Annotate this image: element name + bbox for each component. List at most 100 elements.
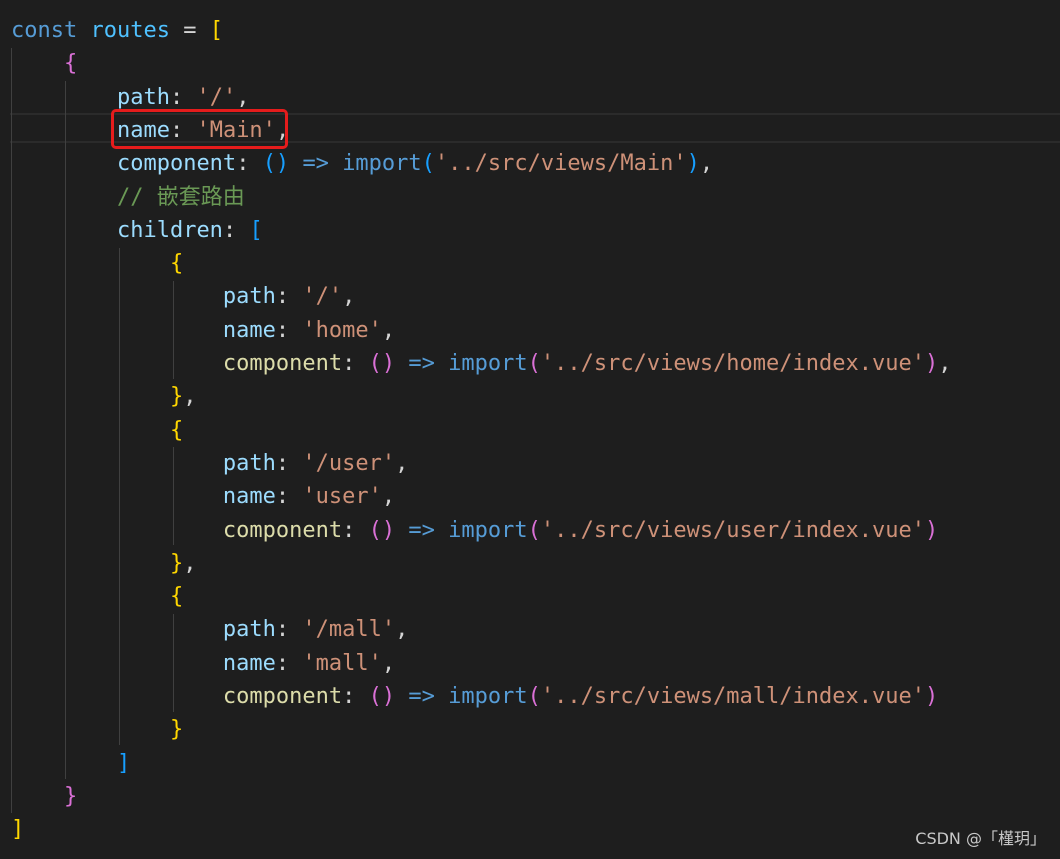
code-editor[interactable]: const routes = [ { path: '/', name: 'Mai… (0, 0, 1060, 859)
code-token: : (275, 450, 303, 476)
code-token: path (222, 617, 276, 643)
code-token: [ (249, 217, 263, 243)
code-token: import (448, 517, 528, 543)
code-token: : (275, 617, 303, 643)
code-token: , (381, 484, 396, 510)
code-token: ) (924, 684, 939, 709)
code-token: { (169, 251, 184, 277)
code-token: 'home' (302, 317, 382, 343)
code-token: => (302, 151, 329, 177)
code-token: component (116, 151, 237, 177)
code-line: ] (0, 747, 1060, 780)
code-token: '/' (196, 84, 237, 110)
code-line: { (0, 580, 1060, 613)
code-token: { (63, 51, 78, 77)
code-token: ) (924, 517, 939, 543)
code-token: path (116, 84, 170, 110)
code-token: : (275, 317, 303, 343)
code-token: import (342, 151, 422, 177)
code-token: ( (527, 517, 541, 543)
code-token: '/user' (302, 450, 396, 476)
code-token: children (116, 217, 223, 243)
code-token: '../src/views/home/index.vue' (540, 351, 925, 376)
code-token: : (275, 484, 303, 510)
code-token: : (275, 284, 303, 310)
highlight-box (111, 109, 288, 149)
code-token: '../src/views/mall/index.vue' (540, 684, 925, 709)
code-token: [ (209, 18, 223, 43)
code-token: : (342, 351, 369, 376)
code-token: , (236, 84, 250, 110)
code-line: name: 'mall', (0, 647, 1060, 680)
code-line: } (0, 780, 1060, 813)
code-token: ] (11, 817, 25, 843)
code-line: name: 'home', (0, 314, 1060, 347)
code-token: : (275, 650, 303, 676)
code-line: component: () => import('../src/views/ho… (0, 347, 1060, 380)
code-token: // 嵌套路由 (116, 184, 245, 210)
code-token: => (408, 684, 435, 709)
code-line: }, (0, 547, 1060, 580)
code-token: path (222, 284, 276, 310)
code-line: component: () => import('../src/views/ma… (0, 680, 1060, 713)
code-token: : (342, 684, 369, 709)
code-line: name: 'user', (0, 480, 1060, 513)
code-line: component: () => import('../src/views/Ma… (0, 147, 1060, 180)
code-token: path (222, 450, 276, 476)
code-token: ) (686, 151, 700, 177)
code-token: component (222, 351, 343, 376)
code-token: '/' (302, 284, 343, 310)
code-token: '../src/views/user/index.vue' (540, 517, 925, 543)
code-line: } (0, 713, 1060, 746)
code-token: , (342, 284, 356, 310)
code-token: () (368, 684, 396, 709)
code-token: { (169, 584, 184, 610)
code-token: ] (116, 750, 131, 776)
code-token: , (381, 317, 396, 343)
code-token: routes (90, 18, 170, 43)
code-token: { (169, 417, 184, 443)
code-token: } (169, 550, 184, 576)
code-line: // 嵌套路由 (0, 181, 1060, 214)
code-token: ) (924, 351, 939, 376)
code-token: : (169, 84, 197, 110)
code-line: const routes = [ (0, 14, 1060, 47)
code-token: import (448, 684, 528, 709)
code-token: : (236, 151, 263, 177)
code-token: , (395, 617, 409, 643)
code-line: path: '/user', (0, 447, 1060, 480)
watermark: CSDN @「槿玥」 (915, 829, 1046, 848)
code-token: name (222, 317, 276, 343)
code-token: const (11, 18, 78, 43)
code-line: }, (0, 380, 1060, 413)
code-token: ( (421, 151, 435, 177)
code-token: , (381, 650, 396, 676)
code-token: import (448, 351, 528, 376)
code-token: = (169, 18, 210, 43)
code-token: () (368, 517, 396, 543)
code-token: } (63, 783, 78, 809)
code-token: : (222, 217, 250, 243)
